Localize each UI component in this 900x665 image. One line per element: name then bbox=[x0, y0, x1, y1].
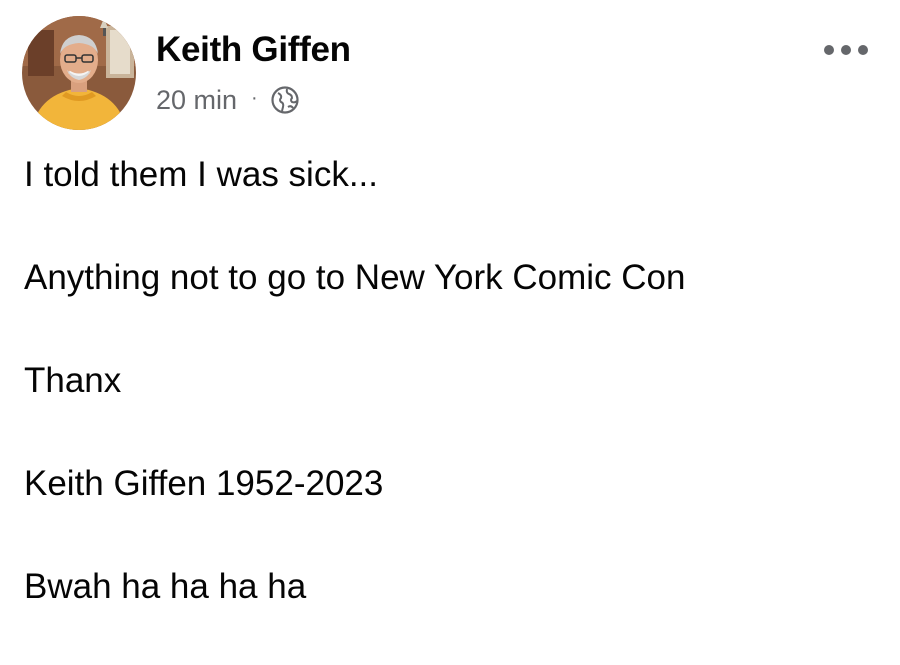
post-timestamp[interactable]: 20 min bbox=[156, 85, 237, 116]
facebook-post: Keith Giffen 20 min · I told them I was … bbox=[0, 0, 900, 627]
author-name[interactable]: Keith Giffen bbox=[156, 30, 351, 70]
meta-separator: · bbox=[251, 86, 258, 109]
more-dot bbox=[841, 45, 851, 55]
avatar-image bbox=[22, 16, 136, 130]
post-line: I told them I was sick... bbox=[24, 155, 378, 194]
post-line: Bwah ha ha ha ha bbox=[24, 567, 307, 606]
post-line: Anything not to go to New York Comic Con bbox=[24, 258, 686, 297]
post-meta: 20 min · bbox=[156, 82, 300, 118]
more-horizontal-icon[interactable] bbox=[824, 40, 868, 60]
post-body: I told them I was sick... Anything not t… bbox=[24, 150, 874, 665]
globe-icon[interactable] bbox=[270, 85, 300, 115]
post-line: Thanx bbox=[24, 361, 122, 400]
post-line: Keith Giffen 1952-2023 bbox=[24, 464, 384, 503]
post-header: Keith Giffen 20 min · bbox=[22, 16, 882, 132]
more-dot bbox=[858, 45, 868, 55]
more-dot bbox=[824, 45, 834, 55]
author-avatar[interactable] bbox=[22, 16, 136, 130]
